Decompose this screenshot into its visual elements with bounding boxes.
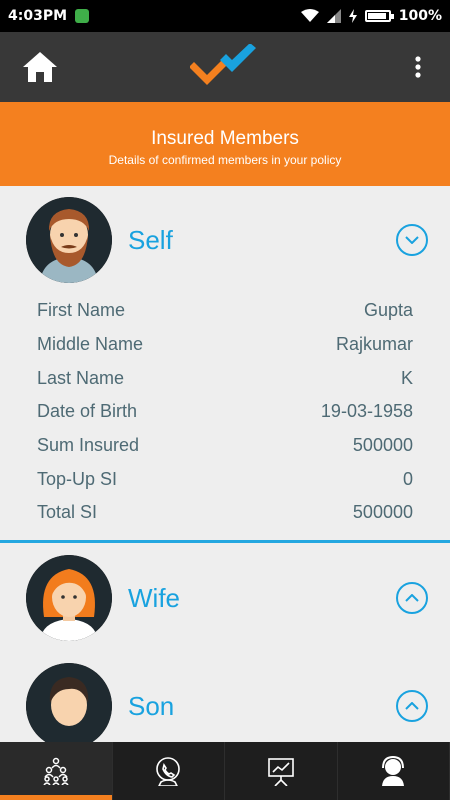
detail-value: 19-03-1958: [320, 401, 413, 422]
member-header[interactable]: Wife: [0, 544, 450, 652]
boy-avatar-icon: [26, 663, 112, 749]
member-name-son: Son: [128, 690, 175, 721]
member-header[interactable]: Self: [0, 186, 450, 294]
member-name-self: Self: [128, 224, 173, 255]
detail-label: Total SI: [37, 502, 98, 523]
detail-label: Middle Name: [37, 334, 144, 355]
home-button[interactable]: [20, 47, 60, 87]
call-support-icon: [156, 757, 181, 786]
detail-row-middle-name: Middle Name Rajkumar: [37, 328, 413, 362]
members-icon: [43, 757, 69, 785]
bottom-navigation: [0, 742, 450, 800]
female-avatar-icon: [26, 555, 112, 641]
home-icon: [23, 52, 57, 82]
member-name-wife: Wife: [128, 582, 180, 613]
insured-members-banner: Insured Members Details of confirmed mem…: [0, 102, 450, 186]
wifi-icon: [300, 9, 319, 22]
male-bearded-avatar-icon: [26, 197, 112, 283]
detail-value: K: [400, 367, 413, 388]
detail-value: Gupta: [363, 300, 413, 321]
detail-row-total-si: Total SI 500000: [37, 496, 413, 530]
notification-app-icon: [75, 9, 90, 23]
battery-percent: 100%: [398, 8, 442, 24]
overflow-menu-button[interactable]: [406, 47, 430, 87]
expand-toggle-son[interactable]: [396, 690, 428, 722]
member-details-self: First Name Gupta Middle Name Rajkumar Last…: [0, 294, 450, 540]
expand-toggle-wife[interactable]: [396, 582, 428, 614]
detail-value: Rajkumar: [335, 334, 413, 355]
more-vertical-icon: [415, 56, 421, 78]
page-title: Insured Members: [151, 128, 299, 149]
detail-label: Sum Insured: [37, 435, 140, 456]
status-time: 4:03PM: [8, 8, 68, 24]
chevron-up-icon: [405, 594, 419, 602]
agent-headset-icon: [382, 756, 405, 786]
collapse-toggle-self[interactable]: [396, 224, 428, 256]
presentation-chart-icon: [267, 758, 294, 786]
detail-value: 500000: [352, 502, 413, 523]
detail-row-first-name: First Name Gupta: [37, 294, 413, 328]
detail-label: Last Name: [37, 367, 125, 388]
status-right: 100%: [300, 8, 442, 24]
detail-row-date-of-birth: Date of Birth 19-03-1958: [37, 395, 413, 429]
detail-label: First Name: [37, 300, 126, 321]
member-card-wife: Wife: [0, 544, 450, 655]
detail-label: Top-Up SI: [37, 468, 118, 489]
detail-row-top-up-si: Top-Up SI 0: [37, 462, 413, 496]
nav-members[interactable]: [0, 742, 113, 800]
detail-value: 0: [402, 468, 413, 489]
chevron-up-icon: [405, 702, 419, 710]
nav-call-support[interactable]: [113, 742, 225, 800]
status-bar: 4:03PM 100%: [0, 0, 450, 32]
app-logo: [190, 44, 256, 85]
detail-row-sum-insured: Sum Insured 500000: [37, 429, 413, 463]
battery-icon: [364, 10, 394, 22]
page-subtitle: Details of confirmed members in your pol…: [108, 153, 342, 167]
detail-value: 500000: [352, 435, 413, 456]
member-card-self: Self First Name Gupta Middle Name Rajkumar…: [0, 186, 450, 543]
charging-icon: [348, 9, 357, 23]
nav-presentation[interactable]: [225, 742, 338, 800]
nav-agent[interactable]: [338, 742, 450, 800]
detail-label: Date of Birth: [37, 401, 138, 422]
detail-row-last-name: Last Name K: [37, 361, 413, 395]
signal-icon: [326, 9, 341, 23]
chevron-down-icon: [405, 236, 419, 244]
